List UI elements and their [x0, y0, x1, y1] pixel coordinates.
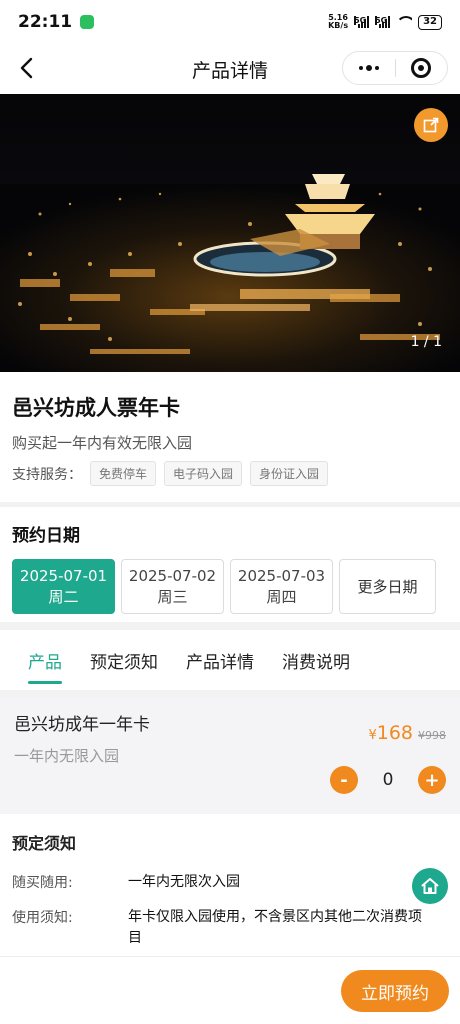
service-chip: 电子码入园	[164, 461, 243, 486]
hero-image[interactable]: 1 / 1	[0, 94, 460, 372]
share-button[interactable]	[414, 108, 448, 142]
date-option[interactable]: 2025-07-02 周三	[121, 559, 224, 614]
date-option[interactable]: 2025-07-03 周四	[230, 559, 333, 614]
wechat-icon	[80, 15, 95, 29]
more-button[interactable]	[343, 52, 395, 84]
notice-row: 随买随用: 一年内无限次入园	[12, 872, 448, 893]
notice-key: 使用须知:	[12, 910, 73, 926]
more-dates-button[interactable]: 更多日期	[339, 559, 436, 614]
share-icon	[423, 117, 439, 133]
service-chip: 免费停车	[90, 461, 157, 486]
signal-icon-2: 5G	[375, 16, 391, 28]
weekday-text: 周四	[266, 587, 297, 606]
product-info: 邑兴坊成人票年卡 购买起一年内有效无限入园 支持服务： 免费停车 电子码入园 身…	[0, 372, 460, 502]
notice-key: 随买随用:	[12, 875, 73, 891]
signal-label: 5G	[354, 16, 367, 25]
home-button[interactable]	[412, 868, 448, 904]
service-chip: 身份证入园	[250, 461, 329, 486]
ticket-subtitle: 一年内无限入园	[14, 747, 120, 765]
original-price: ¥998	[418, 729, 446, 742]
wifi-icon	[396, 16, 413, 28]
book-now-button[interactable]: 立即预约	[341, 970, 449, 1012]
product-description: 购买起一年内有效无限入园	[12, 434, 193, 452]
weekday-text: 周三	[157, 587, 188, 606]
price-value: 168	[376, 722, 413, 744]
net-speed: 5.16 KB/s	[328, 14, 348, 30]
services-row: 支持服务： 免费停车 电子码入园 身份证入园	[12, 461, 448, 486]
signal-icon: 5G	[354, 16, 370, 28]
notice-row: 使用须知: 年卡仅限入园使用，不含景区内其他二次消费项目	[12, 907, 448, 949]
price: ¥168 ¥998	[368, 722, 446, 744]
status-right: 5.16 KB/s 5G 5G 32	[328, 14, 442, 30]
net-speed-unit: KB/s	[328, 21, 349, 30]
battery-icon: 32	[418, 14, 442, 30]
notice-heading: 预定须知	[12, 834, 77, 853]
booking-heading: 预约日期	[12, 526, 80, 546]
status-bar: 22:11 5.16 KB/s 5G 5G 32	[0, 0, 460, 44]
tab-consumption-info[interactable]: 消费说明	[268, 630, 364, 690]
increase-button[interactable]: +	[418, 766, 446, 794]
date-text: 2025-07-02	[128, 566, 217, 585]
quantity-value: 0	[382, 770, 394, 790]
more-dots-icon	[358, 65, 379, 71]
notice-value: 一年内无限次入园	[128, 874, 240, 890]
image-counter: 1 / 1	[410, 334, 442, 350]
night-scene-image	[0, 94, 460, 372]
notice-value: 年卡仅限入园使用，不含景区内其他二次消费项目	[128, 909, 422, 946]
bottom-bar: 立即预约	[0, 956, 460, 1024]
home-icon	[421, 878, 439, 894]
nav-bar: 产品详情	[0, 44, 460, 94]
date-text: 2025-07-03	[237, 566, 326, 585]
ticket-item: 邑兴坊成年一年卡 一年内无限入园 ¥168 ¥998 - 0 +	[0, 698, 460, 814]
booking-date-section: 预约日期 2025-07-01 周二 2025-07-02 周三 2025-07…	[0, 507, 460, 622]
weekday-text: 周二	[48, 587, 79, 606]
current-price: ¥168	[368, 722, 413, 744]
tab-product-details[interactable]: 产品详情	[172, 630, 268, 690]
close-program-button[interactable]	[396, 52, 448, 84]
product-name: 邑兴坊成人票年卡	[12, 396, 180, 420]
date-option[interactable]: 2025-07-01 周二	[12, 559, 115, 614]
decrease-button[interactable]: -	[330, 766, 358, 794]
date-options: 2025-07-01 周二 2025-07-02 周三 2025-07-03 周…	[12, 559, 448, 614]
booking-notice: 预定须知 随买随用: 一年内无限次入园 使用须知: 年卡仅限入园使用，不含景区内…	[0, 814, 460, 956]
mini-program-capsule	[342, 51, 448, 85]
detail-tabs: 产品 预定须知 产品详情 消费说明	[0, 630, 460, 690]
status-time: 22:11	[18, 12, 73, 32]
target-icon	[411, 58, 432, 78]
currency-symbol: ¥	[368, 728, 377, 743]
date-text: 2025-07-01	[19, 566, 108, 585]
services-label: 支持服务：	[12, 466, 82, 483]
tab-product[interactable]: 产品	[14, 630, 76, 690]
tab-booking-notice[interactable]: 预定须知	[76, 630, 172, 690]
signal-label-2: 5G	[375, 16, 388, 25]
quantity-stepper: - 0 +	[330, 766, 446, 794]
